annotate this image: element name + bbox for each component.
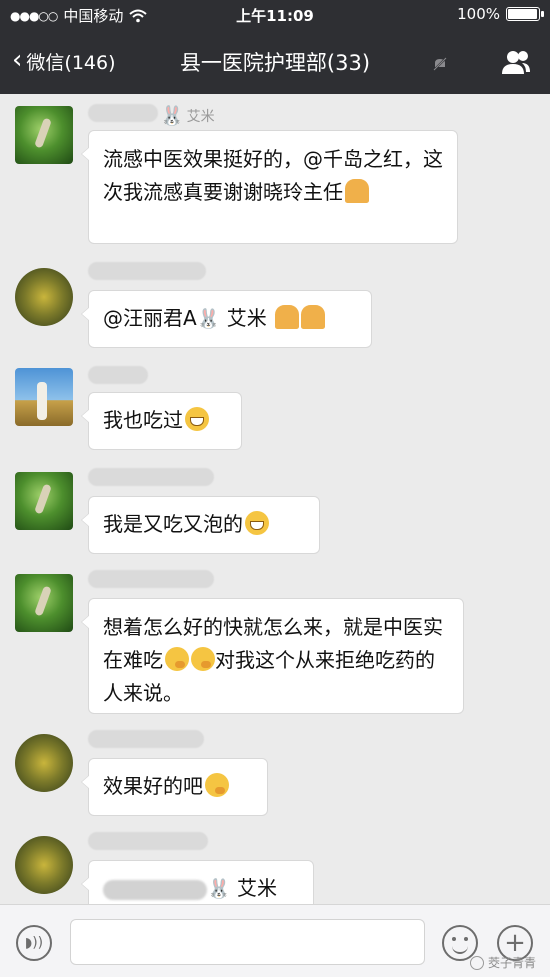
sender-name-redacted bbox=[88, 262, 206, 280]
battery-percent: 100% bbox=[457, 5, 500, 23]
avatar[interactable] bbox=[15, 734, 73, 792]
chat-title: 县一医院护理部(33) bbox=[179, 51, 371, 75]
sender-name-redacted bbox=[88, 730, 204, 748]
bunny-icon: 🐰 bbox=[160, 105, 184, 127]
people-icon[interactable] bbox=[500, 48, 532, 76]
chat-area[interactable]: 🐰 艾米 流感中医效果挺好的，@千岛之红，这次我流感真要谢谢晓玲主任 @汪丽君A… bbox=[0, 94, 550, 904]
sender-name: 🐰 艾米 bbox=[160, 104, 215, 127]
watermark-icon bbox=[469, 955, 484, 970]
sender-name-redacted bbox=[88, 104, 158, 122]
sender-name-redacted bbox=[88, 366, 148, 384]
mute-bell-icon bbox=[433, 57, 447, 71]
message-input[interactable] bbox=[70, 919, 425, 965]
message-text-suffix: 艾米 bbox=[237, 876, 278, 900]
sender-name-redacted bbox=[88, 570, 214, 588]
watermark-text: 茭子青青 bbox=[487, 956, 536, 970]
sender-name-redacted bbox=[88, 468, 214, 486]
message-text: 效果好的吧 bbox=[103, 774, 203, 798]
avatar[interactable] bbox=[15, 472, 73, 530]
smile-emoji-icon bbox=[245, 511, 269, 535]
battery-fill bbox=[508, 9, 537, 19]
avatar[interactable] bbox=[15, 836, 73, 894]
sender-suffix: 艾米 bbox=[186, 108, 215, 125]
message-bubble[interactable]: 流感中医效果挺好的，@千岛之红，这次我流感真要谢谢晓玲主任 bbox=[81, 130, 458, 244]
message-text: 我也吃过 bbox=[103, 408, 183, 432]
message-bubble[interactable]: 效果好的吧 bbox=[81, 758, 268, 816]
message-text-suffix: 艾米 bbox=[226, 306, 267, 330]
nav-bar: ‹ 微信(146) 县一医院护理部(33) bbox=[0, 30, 550, 94]
avatar[interactable] bbox=[15, 574, 73, 632]
message-bubble[interactable]: 🐰 艾米 bbox=[81, 860, 314, 904]
thinking-emoji-icon bbox=[191, 647, 215, 671]
message-bubble[interactable]: @汪丽君A🐰 艾米 bbox=[81, 290, 372, 348]
message-bubble[interactable]: 我是又吃又泡的 bbox=[81, 496, 320, 554]
bunny-icon: 🐰 bbox=[207, 878, 231, 900]
bunny-icon: 🐰 bbox=[196, 308, 221, 330]
handshake-emoji-icon bbox=[301, 305, 326, 329]
avatar[interactable] bbox=[15, 106, 73, 164]
input-bar: ◗)) + 茭子青青 bbox=[0, 904, 550, 977]
battery-icon bbox=[506, 7, 544, 21]
message-text: @汪丽君A bbox=[103, 306, 197, 330]
thinking-emoji-icon bbox=[165, 647, 189, 671]
thinking-emoji-icon bbox=[205, 773, 229, 797]
message-text: 流感中医效果挺好的，@千岛之红，这次我流感真要谢谢晓玲主任 bbox=[103, 147, 443, 204]
grin-emoji-icon bbox=[185, 407, 209, 431]
message-bubble[interactable]: 想着怎么好的快就怎么来，就是中医实在难吃 对我这个从来拒绝吃药的人来说。 bbox=[81, 598, 464, 714]
sender-name-redacted bbox=[88, 832, 208, 850]
pray-hands-emoji-icon bbox=[345, 179, 369, 203]
voice-icon[interactable]: ◗)) bbox=[16, 925, 52, 961]
mention-redacted bbox=[103, 879, 207, 900]
handshake-emoji-icon bbox=[275, 305, 300, 329]
avatar[interactable] bbox=[15, 268, 73, 326]
watermark: 茭子青青 bbox=[469, 954, 536, 971]
status-bar: ●●●○○ 中国移动 上午11:09 100% bbox=[0, 0, 550, 30]
status-right: 100% bbox=[457, 5, 544, 23]
message-text: 我是又吃又泡的 bbox=[103, 512, 243, 536]
message-bubble[interactable]: 我也吃过 bbox=[81, 392, 242, 450]
avatar[interactable] bbox=[15, 368, 73, 426]
